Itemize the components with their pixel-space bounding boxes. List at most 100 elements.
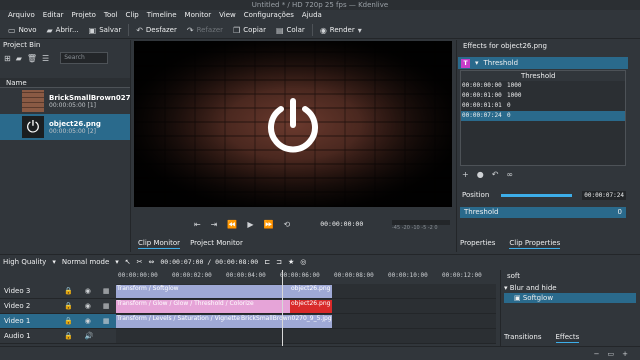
effect-search-input[interactable]: soft	[504, 271, 632, 281]
track-header-video1[interactable]: Video 1 🔒 ◉ ▦	[0, 314, 116, 329]
timeline-ruler[interactable]: 00:00:00:00 00:00:02:00 00:00:04:00 00:0…	[116, 270, 496, 282]
eye-icon[interactable]: ◉	[85, 287, 91, 295]
undo-button[interactable]: ↶ Desfazer	[131, 23, 182, 38]
threshold-param[interactable]: Threshold 0	[460, 207, 626, 218]
timeline-clip[interactable]: object26.png	[290, 285, 332, 298]
track-header-audio1[interactable]: Audio 1 🔒 🔊	[0, 329, 116, 344]
timeline-clip[interactable]: BrickSmallBrown0270_9_5.jpg	[240, 315, 332, 328]
menu-clip[interactable]: Clip	[122, 10, 143, 21]
tab-effects[interactable]: Effects	[555, 332, 580, 343]
menu-projeto[interactable]: Projeto	[68, 10, 100, 21]
menu-configuracoes[interactable]: Configurações	[240, 10, 298, 21]
film-icon[interactable]: ▦	[103, 317, 110, 325]
add-clip-icon[interactable]: ⊞	[4, 54, 11, 63]
copy-button[interactable]: ❐ Copiar	[228, 23, 271, 38]
razor-tool-icon[interactable]: ✂	[137, 258, 143, 266]
keyframe-row[interactable]: 00:00:01:00 1000	[461, 91, 625, 101]
zoom-in-icon[interactable]: +	[622, 350, 628, 358]
ruler-tick: 00:00:12:00	[442, 272, 482, 279]
position-slider[interactable]	[501, 193, 573, 197]
effect-item-softglow[interactable]: ▣ Softglow	[504, 293, 636, 303]
monitor-timecode[interactable]: 00:00:00:00	[320, 220, 363, 228]
list-view-icon[interactable]: ☰	[42, 54, 49, 63]
bin-clip-item[interactable]: ⏻ object26.png 00:00:05:00 [2]	[0, 114, 130, 140]
timeline-clip[interactable]: Transform / Softglow	[116, 285, 290, 298]
menu-arquivo[interactable]: Arquivo	[4, 10, 39, 21]
loop-icon[interactable]: ⟲	[284, 220, 291, 229]
effect-header-threshold[interactable]: T ▾ Threshold	[458, 57, 628, 69]
keyframe-row[interactable]: 00:00:00:00 1000	[461, 81, 625, 91]
tab-properties[interactable]: Properties	[460, 238, 495, 249]
new-button[interactable]: ▭ Novo	[3, 23, 42, 38]
fit-icon[interactable]: ▭	[608, 350, 615, 358]
track-lane-video2[interactable]: Transform / Glow / Glow / Threshold / Co…	[116, 299, 496, 314]
effect-group[interactable]: ▾ Blur and hide	[504, 283, 636, 293]
bin-clip-item[interactable]: BrickSmallBrown027 00:00:05:00 [1]	[0, 88, 131, 114]
timeline-clip[interactable]: Transform / Glow / Glow / Threshold / Co…	[116, 300, 290, 313]
play-icon[interactable]: ▶	[247, 220, 253, 229]
delete-icon[interactable]: 🗑	[27, 54, 37, 63]
star-icon[interactable]: ★	[288, 258, 294, 266]
forward-icon[interactable]: ⏩	[264, 220, 274, 229]
bin-column-name[interactable]: Name	[0, 78, 130, 88]
position-input[interactable]: 00:00:07:24	[582, 190, 626, 200]
lock-icon[interactable]: 🔒	[64, 287, 73, 295]
menu-tool[interactable]: Tool	[100, 10, 122, 21]
render-button[interactable]: ◉ Render ▾	[315, 23, 367, 38]
tab-project-monitor[interactable]: Project Monitor	[190, 238, 243, 249]
mute-icon[interactable]: 🔊	[85, 332, 94, 340]
rewind-icon[interactable]: ⏪	[227, 220, 237, 229]
keyframe-row[interactable]: 00:00:07:24 0	[461, 111, 625, 121]
link-icon[interactable]: ∞	[506, 170, 513, 179]
menu-timeline[interactable]: Timeline	[143, 10, 181, 21]
menu-ajuda[interactable]: Ajuda	[298, 10, 326, 21]
set-zone-in-icon[interactable]: ⇤	[194, 220, 201, 229]
tab-clip-monitor[interactable]: Clip Monitor	[138, 238, 181, 249]
timeline-clip[interactable]: Transform / Levels / Saturation / Vignet…	[116, 315, 240, 328]
paste-button[interactable]: ▤ Colar	[271, 23, 310, 38]
save-button[interactable]: ▣ Salvar	[84, 23, 127, 38]
chevron-down-icon[interactable]: ▾	[475, 59, 479, 67]
guide-icon[interactable]: ◎	[300, 258, 306, 266]
reset-icon[interactable]: ↶	[492, 170, 499, 179]
menu-editar[interactable]: Editar	[39, 10, 68, 21]
film-icon[interactable]: ▦	[103, 302, 110, 310]
mode-select[interactable]: Normal mode	[62, 258, 109, 266]
menu-monitor[interactable]: Monitor	[181, 10, 216, 21]
add-keyframe-icon[interactable]: +	[462, 170, 469, 179]
zone-icon[interactable]: ⊐	[276, 258, 282, 266]
lock-icon[interactable]: 🔒	[64, 302, 73, 310]
bin-search-input[interactable]: Search	[60, 52, 109, 64]
track-header-video3[interactable]: Video 3 🔒 ◉ ▦	[0, 284, 116, 299]
timeline-playhead[interactable]	[282, 270, 283, 346]
track-lane-video3[interactable]: Transform / Softglow object26.png	[116, 284, 496, 299]
menu-view[interactable]: View	[215, 10, 240, 21]
tab-transitions[interactable]: Transitions	[504, 332, 542, 343]
redo-button[interactable]: ↷ Refazer	[182, 23, 228, 38]
split-icon[interactable]: ⊏	[264, 258, 270, 266]
eye-icon[interactable]: ◉	[85, 317, 91, 325]
keyframe-row[interactable]: 00:00:01:01 0	[461, 101, 625, 111]
toolbar-separator	[128, 24, 130, 36]
tab-clip-properties[interactable]: Clip Properties	[509, 238, 561, 249]
param-label: Threshold	[464, 208, 499, 216]
quality-select[interactable]: High Quality	[3, 258, 46, 266]
zoom-out-icon[interactable]: −	[594, 350, 600, 358]
set-zone-out-icon[interactable]: ⇥	[211, 220, 218, 229]
open-button[interactable]: ▰ Abrir...	[42, 23, 84, 38]
spacer-tool-icon[interactable]: ⇔	[149, 258, 155, 266]
film-icon[interactable]: ▦	[103, 287, 110, 295]
select-tool-icon[interactable]: ↖	[125, 258, 131, 266]
timeline-clip-selected[interactable]: object26.png	[290, 300, 332, 313]
folder-icon[interactable]: ▰	[16, 54, 22, 63]
eye-icon[interactable]: ◉	[85, 302, 91, 310]
new-file-icon: ▭	[8, 25, 16, 35]
lock-icon[interactable]: 🔒	[64, 317, 73, 325]
track-lane-audio1[interactable]	[116, 329, 496, 344]
track-lane-video1[interactable]: Transform / Levels / Saturation / Vignet…	[116, 314, 496, 329]
delete-keyframe-icon[interactable]: ●	[477, 170, 484, 179]
clip-name: BrickSmallBrown027	[49, 93, 131, 102]
track-header-video2[interactable]: Video 2 🔒 ◉ ▦	[0, 299, 116, 314]
lock-icon[interactable]: 🔒	[64, 332, 73, 340]
monitor-video[interactable]	[134, 41, 452, 207]
